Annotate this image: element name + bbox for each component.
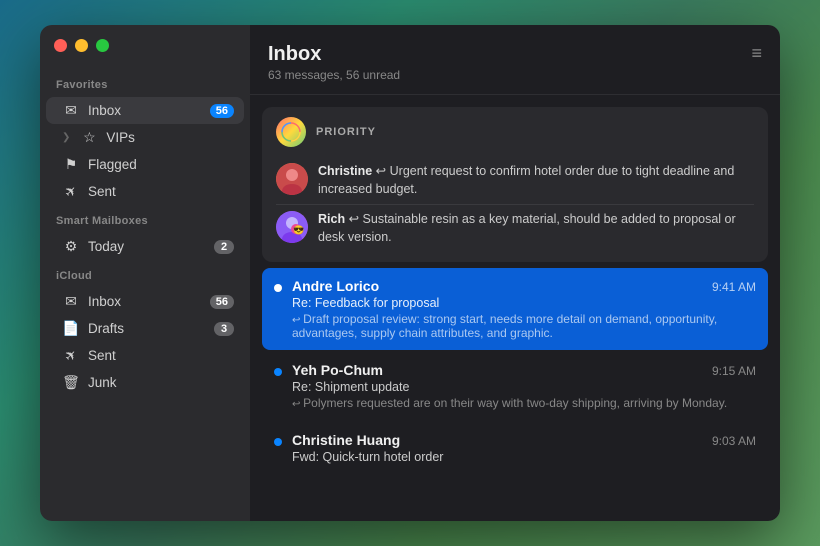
priority-icon	[276, 117, 306, 147]
drafts-badge: 3	[214, 322, 234, 336]
sidebar-item-label: Drafts	[88, 321, 206, 336]
sidebar-item-label: Inbox	[88, 103, 202, 118]
icloud-inbox-badge: 56	[210, 295, 234, 309]
sent-icon: ✈	[59, 179, 84, 204]
chevron-icon: ❯	[62, 132, 70, 143]
sidebar-item-today[interactable]: ⚙ Today 2	[46, 233, 244, 260]
message-row-yeh[interactable]: Yeh Po-Chum 9:15 AM Re: Shipment update …	[262, 352, 768, 420]
reply-icon: ↩	[292, 315, 303, 326]
window-maximize-button[interactable]	[96, 39, 109, 52]
sidebar-item-label: Sent	[88, 184, 234, 199]
message-content: Andre Lorico 9:41 AM Re: Feedback for pr…	[292, 278, 756, 340]
mailbox-title: Inbox	[268, 43, 400, 66]
window-minimize-button[interactable]	[75, 39, 88, 52]
unread-dot	[274, 438, 282, 446]
priority-sender-1: Christine	[318, 164, 372, 178]
today-badge: 2	[214, 240, 234, 254]
window-close-button[interactable]	[54, 39, 67, 52]
filter-icon[interactable]: ≡	[751, 43, 762, 64]
priority-message-2[interactable]: 😎 Rich ↩ Sustainable resin as a key mate…	[276, 204, 754, 252]
msg-subject: Re: Shipment update	[292, 380, 756, 394]
msg-time: 9:03 AM	[712, 434, 756, 448]
priority-card: PRIORITY Christine ↩ Urgent re	[262, 107, 768, 262]
sidebar-item-label: Inbox	[88, 294, 202, 309]
reply-icon: ↩	[292, 399, 303, 410]
sidebar-item-inbox[interactable]: ✉ Inbox 56	[46, 97, 244, 124]
sidebar: Favorites ✉ Inbox 56 ❯ ☆ VIPs ⚑ Flagged …	[40, 25, 250, 521]
msg-time: 9:41 AM	[712, 280, 756, 294]
main-header: Inbox 63 messages, 56 unread ≡	[250, 25, 780, 95]
drafts-icon: 📄	[62, 320, 80, 337]
sidebar-item-icloud-inbox[interactable]: ✉ Inbox 56	[46, 288, 244, 315]
sidebar-item-drafts[interactable]: 📄 Drafts 3	[46, 315, 244, 342]
message-row-christine[interactable]: Christine Huang 9:03 AM Fwd: Quick-turn …	[262, 422, 768, 474]
msg-time: 9:15 AM	[712, 364, 756, 378]
sidebar-item-label: VIPs	[106, 130, 234, 145]
unread-dot	[274, 284, 282, 292]
priority-msg-text-1: Christine ↩ Urgent request to confirm ho…	[318, 163, 754, 198]
mailbox-subtitle: 63 messages, 56 unread	[268, 68, 400, 82]
priority-message-1[interactable]: Christine ↩ Urgent request to confirm ho…	[276, 157, 754, 204]
priority-reply-icon: ↩	[376, 164, 390, 178]
unread-dot	[274, 368, 282, 376]
priority-sender-2: Rich	[318, 212, 345, 226]
icloud-inbox-icon: ✉	[62, 293, 80, 310]
message-row-andre[interactable]: Andre Lorico 9:41 AM Re: Feedback for pr…	[262, 268, 768, 350]
inbox-icon: ✉	[62, 102, 80, 119]
main-panel: Inbox 63 messages, 56 unread ≡	[250, 25, 780, 521]
sidebar-item-label: Junk	[88, 375, 234, 390]
priority-reply-icon-2: ↩	[349, 212, 363, 226]
avatar-christine	[276, 163, 308, 195]
icloud-sent-icon: ✈	[59, 343, 84, 368]
svg-text:😎: 😎	[293, 225, 304, 235]
sidebar-item-label: Sent	[88, 348, 234, 363]
msg-preview: ↩ Draft proposal review: strong start, n…	[292, 312, 756, 340]
sidebar-item-label: Today	[88, 239, 206, 254]
favorites-section-label: Favorites	[40, 69, 250, 97]
vips-icon: ☆	[80, 129, 98, 146]
priority-msg-text-2: Rich ↩ Sustainable resin as a key materi…	[318, 211, 754, 246]
sidebar-item-junk[interactable]: 🗑 Junk	[46, 369, 244, 396]
sidebar-item-icloud-sent[interactable]: ✈ Sent	[46, 342, 244, 369]
message-content: Christine Huang 9:03 AM Fwd: Quick-turn …	[292, 432, 756, 464]
msg-subject: Fwd: Quick-turn hotel order	[292, 450, 756, 464]
avatar-rich: 😎	[276, 211, 308, 243]
inbox-badge: 56	[210, 104, 234, 118]
icloud-section-label: iCloud	[40, 260, 250, 288]
priority-preview-2: Sustainable resin as a key material, sho…	[318, 212, 736, 244]
msg-preview: ↩ Polymers requested are on their way wi…	[292, 396, 756, 410]
sidebar-item-label: Flagged	[88, 157, 234, 172]
priority-label: PRIORITY	[316, 126, 376, 138]
sidebar-item-vips[interactable]: ❯ ☆ VIPs	[46, 124, 244, 151]
message-list: PRIORITY Christine ↩ Urgent re	[250, 95, 780, 521]
msg-sender: Andre Lorico	[292, 278, 379, 294]
sidebar-item-sent[interactable]: ✈ Sent	[46, 178, 244, 205]
msg-sender: Christine Huang	[292, 432, 400, 448]
msg-subject: Re: Feedback for proposal	[292, 296, 756, 310]
today-icon: ⚙	[62, 238, 80, 255]
message-content: Yeh Po-Chum 9:15 AM Re: Shipment update …	[292, 362, 756, 410]
smart-mailboxes-section-label: Smart Mailboxes	[40, 205, 250, 233]
priority-header: PRIORITY	[276, 117, 754, 147]
sidebar-item-flagged[interactable]: ⚑ Flagged	[46, 151, 244, 178]
flagged-icon: ⚑	[62, 156, 80, 173]
junk-icon: 🗑	[62, 374, 80, 391]
msg-sender: Yeh Po-Chum	[292, 362, 383, 378]
